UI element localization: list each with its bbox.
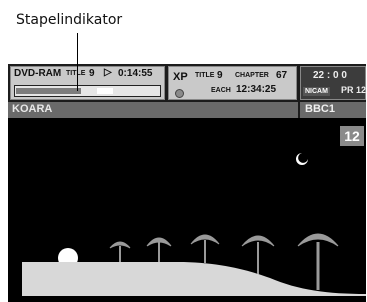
palm-tree-1 <box>109 241 131 262</box>
chapter-number: 67 <box>276 70 288 81</box>
mid-title-number: 9 <box>217 70 223 81</box>
title-label: TITLE <box>66 70 86 77</box>
record-mode: XP <box>173 71 188 83</box>
palm-tree-4 <box>241 235 275 274</box>
callout-line <box>77 33 78 91</box>
stack-indicator-marker <box>97 88 113 94</box>
elapsed-time: 0:14:55 <box>118 68 153 79</box>
beach-scene <box>22 153 366 296</box>
palm-tree-5 <box>297 233 339 290</box>
nicam-badge: NICAM <box>303 87 330 96</box>
callout-label: Stapelindikator <box>16 12 123 28</box>
palm-tree-3 <box>190 234 220 264</box>
beach-ground <box>22 262 366 296</box>
tv-screen: DVD-RAM TITLE 9 ▷ 0:14:55 XP TITLE 9 CHA… <box>8 64 366 302</box>
palm-tree-2 <box>146 237 172 262</box>
program-number: PR 12 <box>341 85 366 95</box>
counter-time: 12:34:25 <box>236 84 277 95</box>
chapter-label: CHAPTER <box>235 72 269 79</box>
channel-name: BBC1 <box>305 103 335 115</box>
clock: 22 : 0 0 <box>313 70 347 81</box>
each-label: EACH <box>211 87 231 94</box>
osd-middle-box: XP TITLE 9 CHAPTER 67 EACH 12:34:25 <box>168 66 297 100</box>
moon-icon <box>296 153 308 165</box>
subtitle-text: KOARA <box>12 103 53 115</box>
play-icon: ▷ <box>104 67 112 78</box>
osd-left-box: DVD-RAM TITLE 9 ▷ 0:14:55 <box>10 66 165 100</box>
stack-indicator-bar <box>14 85 161 97</box>
mid-title-label: TITLE <box>195 72 215 79</box>
channel-bar: BBC1 <box>300 102 366 118</box>
disc-icon <box>175 89 184 98</box>
subtitle-bar: KOARA <box>8 102 298 118</box>
stack-indicator-fill <box>16 88 82 94</box>
osd-right-box: 22 : 0 0 NICAM PR 12 <box>300 66 366 100</box>
osd-panel: DVD-RAM TITLE 9 ▷ 0:14:55 XP TITLE 9 CHA… <box>8 64 366 118</box>
title-number: 9 <box>89 68 95 79</box>
format-label: DVD-RAM <box>14 68 62 79</box>
